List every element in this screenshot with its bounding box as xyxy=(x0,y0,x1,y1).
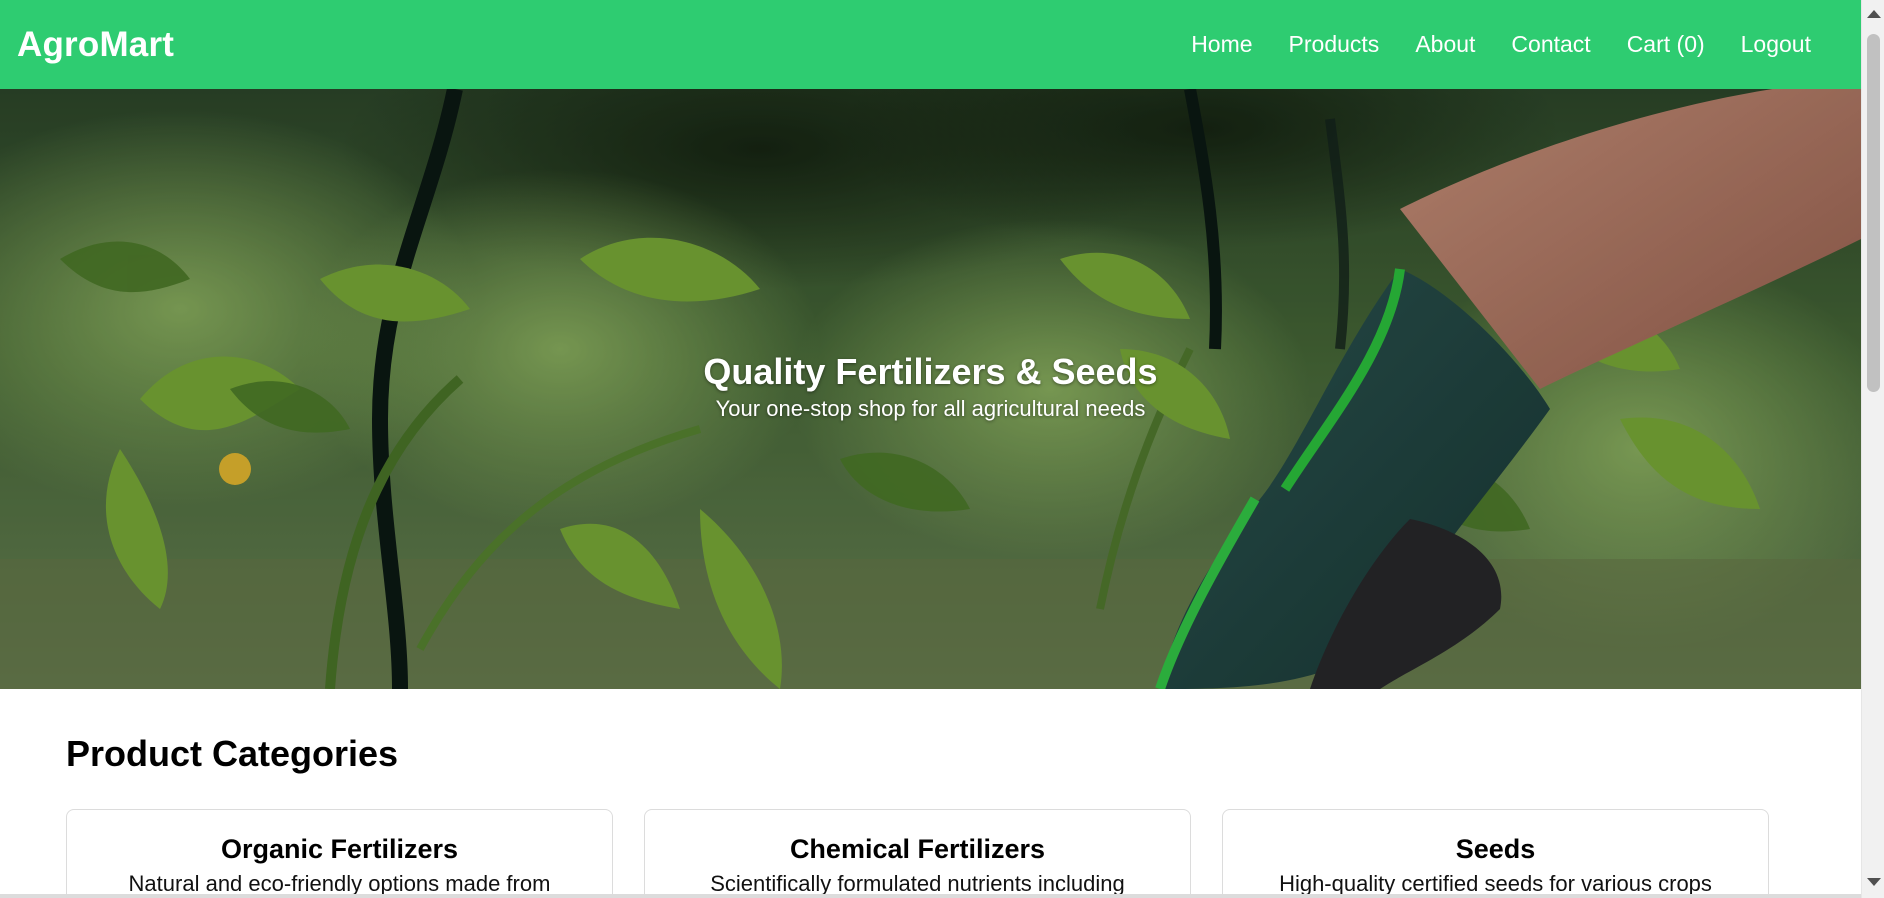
arrow-down-icon[interactable] xyxy=(1867,878,1881,886)
nav-logout-link[interactable]: Logout xyxy=(1741,31,1811,58)
product-categories-section: Product Categories Organic Fertilizers N… xyxy=(66,733,1796,898)
category-card-organic-fertilizers[interactable]: Organic Fertilizers Natural and eco-frie… xyxy=(66,809,613,898)
category-card-title: Chemical Fertilizers xyxy=(789,834,1046,864)
category-card-title: Seeds xyxy=(1455,834,1536,864)
category-card-chemical-fertilizers[interactable]: Chemical Fertilizers Scientifically form… xyxy=(644,809,1191,898)
nav-home-link[interactable]: Home xyxy=(1191,31,1252,58)
nav-about-link[interactable]: About xyxy=(1415,31,1475,58)
hero-title: Quality Fertilizers & Seeds xyxy=(703,351,1158,392)
scrollbar-thumb[interactable] xyxy=(1867,34,1880,392)
hero-text: Quality Fertilizers & Seeds Your one-sto… xyxy=(0,351,1861,422)
nav-links: Home Products About Contact Cart (0) Log… xyxy=(1191,31,1811,58)
hero-banner: Quality Fertilizers & Seeds Your one-sto… xyxy=(0,89,1861,689)
horizontal-scrollbar[interactable] xyxy=(0,894,1861,898)
brand-logo[interactable]: AgroMart xyxy=(17,25,174,65)
vertical-scrollbar[interactable] xyxy=(1861,0,1884,898)
nav-cart-link[interactable]: Cart (0) xyxy=(1627,31,1705,58)
page: AgroMart Home Products About Contact Car… xyxy=(0,0,1861,898)
arrow-up-icon[interactable] xyxy=(1867,10,1881,18)
hero-subtitle: Your one-stop shop for all agricultural … xyxy=(715,396,1146,422)
category-card-row: Organic Fertilizers Natural and eco-frie… xyxy=(66,809,1769,898)
category-card-title: Organic Fertilizers xyxy=(220,834,459,864)
section-title: Product Categories xyxy=(66,733,399,774)
nav-contact-link[interactable]: Contact xyxy=(1511,31,1590,58)
category-card-seeds[interactable]: Seeds High-quality certified seeds for v… xyxy=(1222,809,1769,898)
nav-products-link[interactable]: Products xyxy=(1289,31,1380,58)
navbar: AgroMart Home Products About Contact Car… xyxy=(0,0,1861,89)
